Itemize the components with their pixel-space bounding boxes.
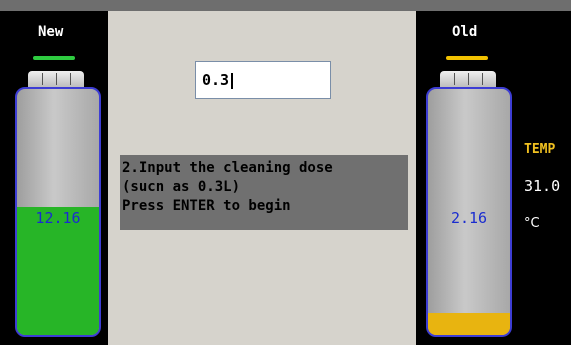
- new-tank-title: New: [38, 24, 64, 40]
- old-tank-cap: [440, 71, 496, 87]
- old-tank-fill: [428, 312, 510, 335]
- new-tank-indicator: [33, 56, 75, 60]
- instruction-line-3: Press ENTER to begin: [122, 198, 291, 214]
- instruction-line-1: 2.Input the cleaning dose: [122, 160, 333, 176]
- instruction-box: 2.Input the cleaning dose (sucn as 0.3L)…: [120, 155, 408, 230]
- old-tank: 2.16: [426, 87, 512, 337]
- instruction-line-2: (sucn as 0.3L): [122, 179, 241, 195]
- temp-value: 31.0: [524, 177, 561, 195]
- old-tank-indicator: [446, 56, 488, 60]
- old-tank-value: 2.16: [450, 209, 488, 227]
- temp-unit: °C: [524, 216, 540, 231]
- old-tank-title: Old: [452, 24, 478, 40]
- temp-label: TEMP: [524, 142, 556, 157]
- text-caret: [231, 73, 233, 89]
- new-tank: 12.16: [15, 87, 101, 337]
- new-tank-cap: [28, 71, 84, 87]
- dose-input[interactable]: [195, 61, 331, 99]
- new-tank-value: 12.16: [35, 209, 81, 227]
- new-tank-panel: New 12.16: [0, 11, 108, 345]
